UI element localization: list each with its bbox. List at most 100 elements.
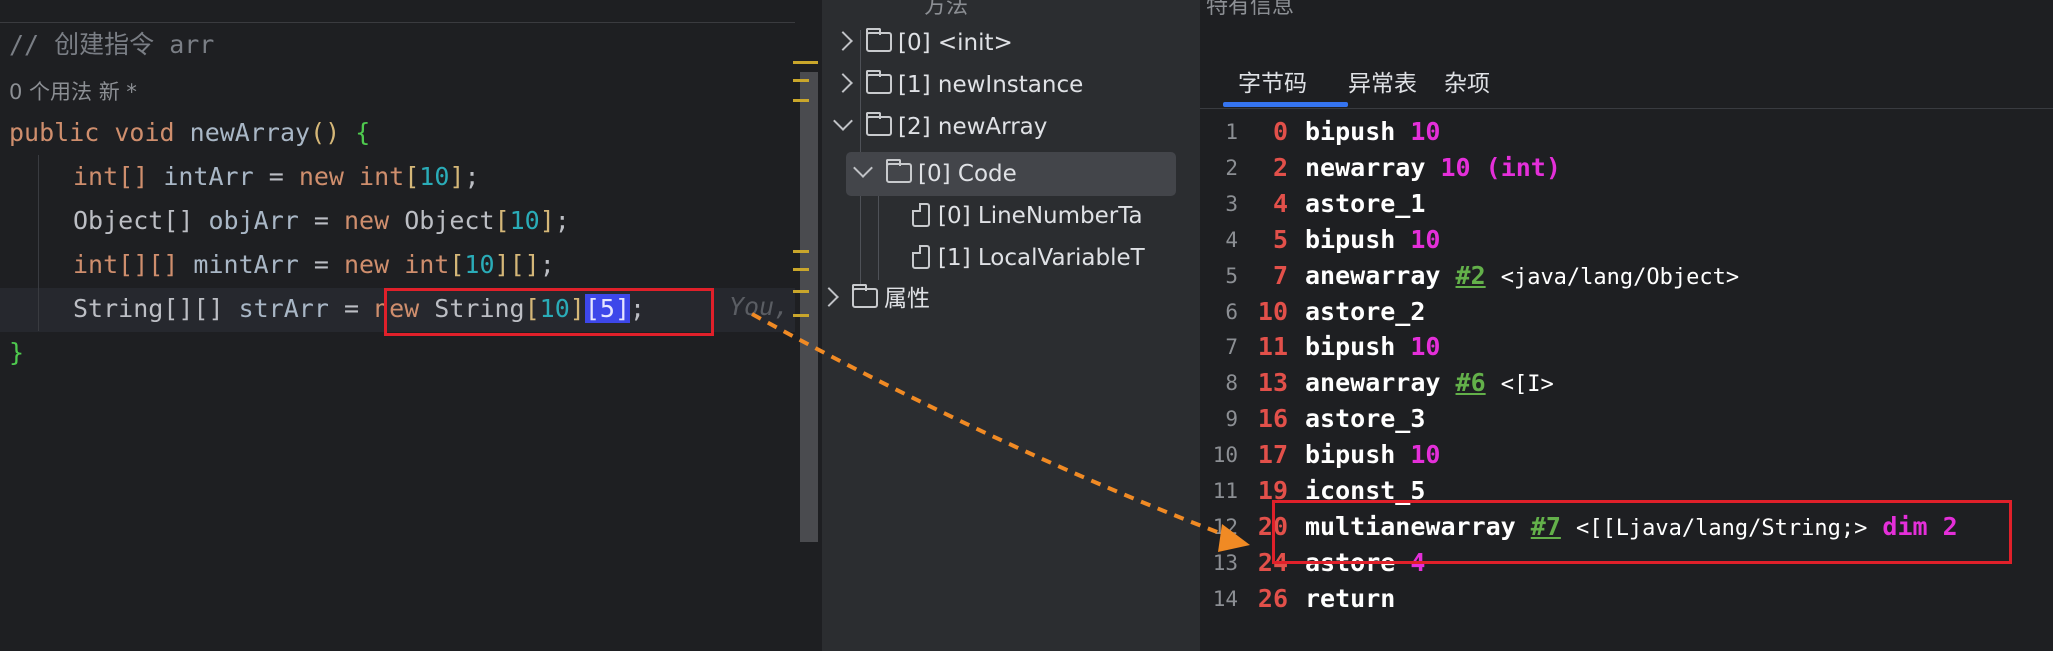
operand: 10 — [1410, 117, 1441, 146]
decl-type: int[] — [73, 162, 149, 191]
bytecode-row[interactable]: 1 0 bipush 10 — [1200, 114, 2053, 150]
bytecode-row[interactable]: 6 10 astore_2 — [1200, 294, 2053, 330]
bracket-close: ] — [449, 162, 465, 191]
tree-item[interactable]: [0] <init> — [822, 22, 1200, 64]
instruction: astore_1 — [1305, 186, 1425, 222]
semicolon: ; — [539, 250, 555, 279]
bytecode-offset: 13 — [1257, 368, 1288, 398]
assign-operator: = — [313, 206, 329, 235]
opcode: astore_1 — [1305, 188, 1426, 218]
tab-exception-table[interactable]: 异常表 — [1348, 64, 1417, 98]
code-line[interactable]: Object[] objArr = new Object[10]; — [73, 201, 570, 241]
keyword-new: new — [298, 162, 344, 191]
operand: 10 — [1410, 440, 1441, 470]
opcode: anewarray — [1305, 368, 1441, 398]
active-tab-indicator — [1223, 102, 1348, 107]
code-comment: // 创建指令 arr — [9, 30, 215, 59]
folder-icon — [886, 159, 912, 183]
tab-bytecode[interactable]: 字节码 — [1238, 64, 1307, 98]
constant-pool-ref[interactable]: #6 — [1456, 368, 1486, 397]
bytecode-row[interactable]: 3 4 astore_1 — [1200, 186, 2053, 222]
bytecode-highlight-box — [1272, 500, 2012, 564]
variable-name: strArr — [238, 294, 329, 323]
instruction: bipush 10 — [1305, 222, 1440, 258]
editor-divider — [0, 22, 795, 23]
method-signature[interactable]: public void newArray() { — [9, 113, 370, 153]
dimension-size: 10 — [509, 206, 540, 235]
opcode: bipush — [1305, 117, 1396, 146]
semicolon: ; — [464, 162, 480, 191]
opcode: return — [1305, 583, 1396, 613]
bracket-open: [ — [509, 250, 525, 279]
folder-icon — [866, 28, 892, 52]
chevron-right-icon[interactable] — [833, 73, 853, 93]
code-line[interactable]: int[][] mintArr = new int[10][]; — [73, 245, 555, 285]
keyword-new: new — [343, 206, 390, 235]
panel-header: 特有信息 — [1206, 0, 1295, 19]
variable-name: intArr — [163, 162, 254, 191]
variable-name: objArr — [208, 206, 299, 235]
tree-item[interactable]: [0] LineNumberTa — [822, 195, 1200, 237]
source-highlight-box — [384, 288, 714, 336]
tree-item[interactable]: [2] newArray — [822, 106, 1200, 148]
bytecode-row[interactable]: 10 17 bipush 10 — [1200, 437, 2053, 473]
chevron-down-icon[interactable] — [853, 158, 873, 178]
bytecode-offset: 4 — [1272, 188, 1288, 218]
opcode: astore_2 — [1305, 296, 1426, 326]
instruction: anewarray #6 <[I> — [1305, 365, 1554, 403]
tree-item-label: 属性 — [884, 286, 930, 312]
folder-icon — [866, 112, 892, 136]
file-icon — [912, 245, 930, 269]
scroll-marker — [793, 250, 809, 253]
editor-scrollbar[interactable] — [800, 72, 818, 542]
code-line[interactable]: int[] intArr = new int[10]; — [73, 157, 480, 197]
inline-blame-hint: You, — [729, 292, 790, 321]
tree-item-label: [0] <init> — [898, 30, 1013, 56]
opcode: newarray — [1305, 152, 1426, 182]
chevron-right-icon[interactable] — [819, 287, 839, 307]
bracket-open: [ — [404, 162, 420, 191]
bytecode-row[interactable]: 5 7 anewarray #2 <java/lang/Object> — [1200, 258, 2053, 294]
bracket-close: ] — [539, 206, 555, 235]
bytecode-row[interactable]: 14 26 return — [1200, 581, 2053, 617]
opcode: anewarray — [1305, 260, 1441, 290]
tree-item[interactable]: 属性 — [819, 278, 1200, 320]
usage-hint[interactable]: 0 个用法 新 * — [9, 76, 137, 106]
class-descriptor: <[I> — [1500, 372, 1554, 398]
bytecode-row[interactable]: 4 5 bipush 10 — [1200, 222, 2053, 258]
class-descriptor: <java/lang/Object> — [1500, 264, 1740, 290]
bytecode-offset: 5 — [1272, 224, 1288, 254]
tree-item[interactable]: [0] Code — [822, 153, 1200, 195]
variable-name: mintArr — [193, 250, 299, 279]
scroll-marker — [793, 314, 809, 317]
operand: 10 (int) — [1440, 152, 1561, 182]
bytecode-row[interactable]: 2 2 newarray 10 (int) — [1200, 150, 2053, 186]
operand: 10 — [1410, 332, 1441, 362]
rhs-type: int — [404, 250, 450, 279]
tab-misc[interactable]: 杂项 — [1444, 64, 1490, 98]
bytecode-offset: 11 — [1257, 332, 1288, 362]
bytecode-row[interactable]: 8 13 anewarray #6 <[I> — [1200, 365, 2053, 401]
code-editor[interactable]: // 创建指令 arr 0 个用法 新 * public void newArr… — [0, 0, 822, 651]
bytecode-offset: 2 — [1272, 152, 1288, 182]
indent-guide — [38, 155, 39, 331]
folder-icon — [866, 70, 892, 94]
bracket-close: ] — [524, 250, 540, 279]
constant-pool-ref[interactable]: #2 — [1456, 261, 1486, 290]
chevron-right-icon[interactable] — [833, 31, 853, 51]
decl-type: Object[] — [73, 206, 194, 235]
instruction: astore_3 — [1305, 401, 1425, 437]
instruction: newarray 10 (int) — [1305, 150, 1561, 186]
assign-operator: = — [313, 250, 329, 279]
class-structure-tree[interactable]: 方法 [0] <init> [1] newInstance [2] newArray… — [819, 0, 1200, 651]
bytecode-row[interactable]: 9 16 astore_3 — [1200, 401, 2053, 437]
tree-item[interactable]: [1] newInstance — [822, 64, 1200, 106]
rhs-type: Object — [404, 206, 495, 235]
chevron-down-icon[interactable] — [833, 111, 853, 131]
tree-item[interactable]: [1] LocalVariableT — [822, 237, 1200, 279]
bytecode-offset: 7 — [1272, 260, 1288, 290]
bytecode-row[interactable]: 7 11 bipush 10 — [1200, 329, 2053, 365]
open-brace: { — [355, 118, 371, 147]
bytecode-offset: 17 — [1257, 440, 1288, 470]
bytecode-offset: 0 — [1272, 117, 1288, 146]
